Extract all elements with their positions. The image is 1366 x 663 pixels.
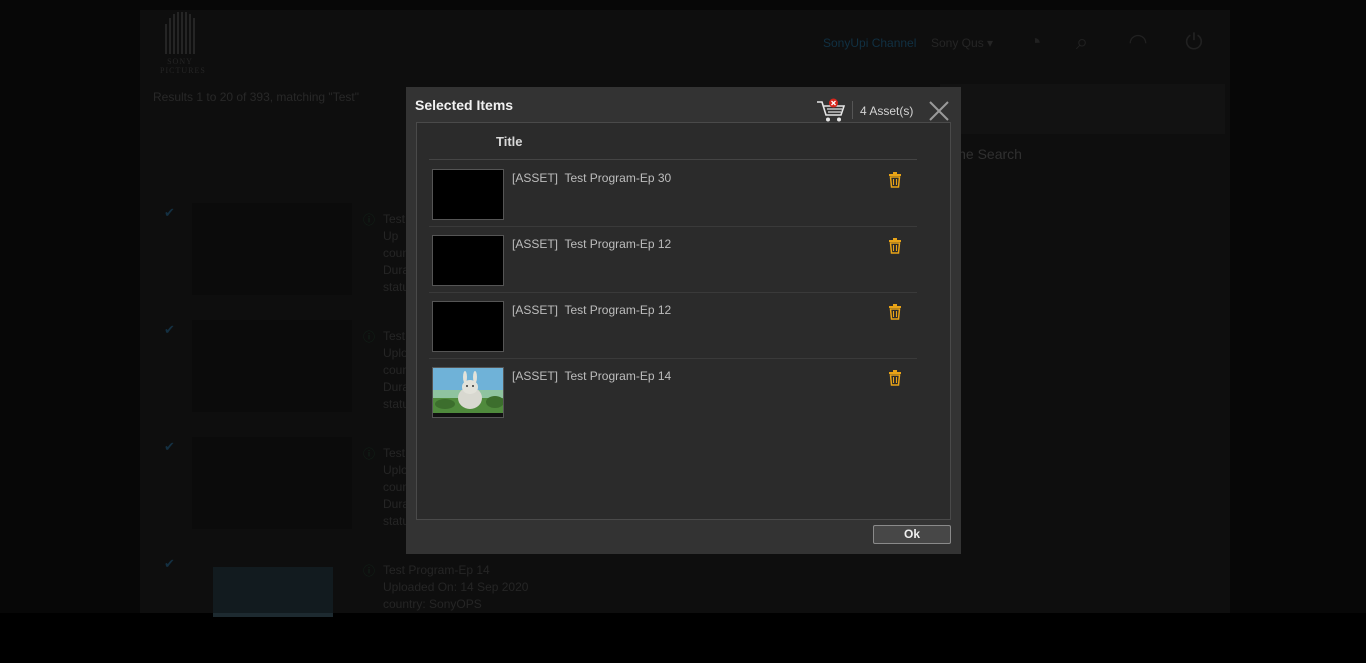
trash-icon[interactable] — [888, 304, 902, 320]
bunny-scene-image — [433, 368, 503, 417]
column-title: Title — [496, 134, 523, 149]
list-header: Title — [429, 123, 917, 160]
list-item[interactable]: [ASSET] Test Program-Ep 14 — [429, 359, 917, 425]
close-icon[interactable] — [928, 100, 950, 122]
item-label: [ASSET] Test Program-Ep 30 — [512, 171, 672, 185]
list-item[interactable]: [ASSET] Test Program-Ep 30 — [429, 161, 917, 227]
list-item[interactable]: [ASSET] Test Program-Ep 12 — [429, 293, 917, 359]
list-item[interactable]: [ASSET] Test Program-Ep 12 — [429, 227, 917, 293]
item-thumbnail — [432, 301, 504, 352]
item-thumbnail — [432, 235, 504, 286]
item-thumbnail — [432, 169, 504, 220]
trash-icon[interactable] — [888, 370, 902, 386]
item-label: [ASSET] Test Program-Ep 14 — [512, 369, 672, 383]
selected-items-list[interactable]: Title [ASSET] Test Program-Ep 30 [ASSET]… — [416, 122, 951, 520]
item-thumbnail — [432, 367, 504, 418]
cart-remove-icon[interactable] — [816, 98, 848, 124]
ok-button[interactable]: Ok — [873, 525, 951, 544]
trash-icon[interactable] — [888, 238, 902, 254]
selected-items-dialog: Selected Items 4 Asset(s) Title [ASSET] … — [406, 87, 961, 554]
asset-count: 4 Asset(s) — [860, 104, 914, 118]
separator — [852, 101, 853, 119]
dialog-title: Selected Items — [415, 97, 514, 113]
trash-icon[interactable] — [888, 172, 902, 188]
item-label: [ASSET] Test Program-Ep 12 — [512, 303, 672, 317]
item-label: [ASSET] Test Program-Ep 12 — [512, 237, 672, 251]
